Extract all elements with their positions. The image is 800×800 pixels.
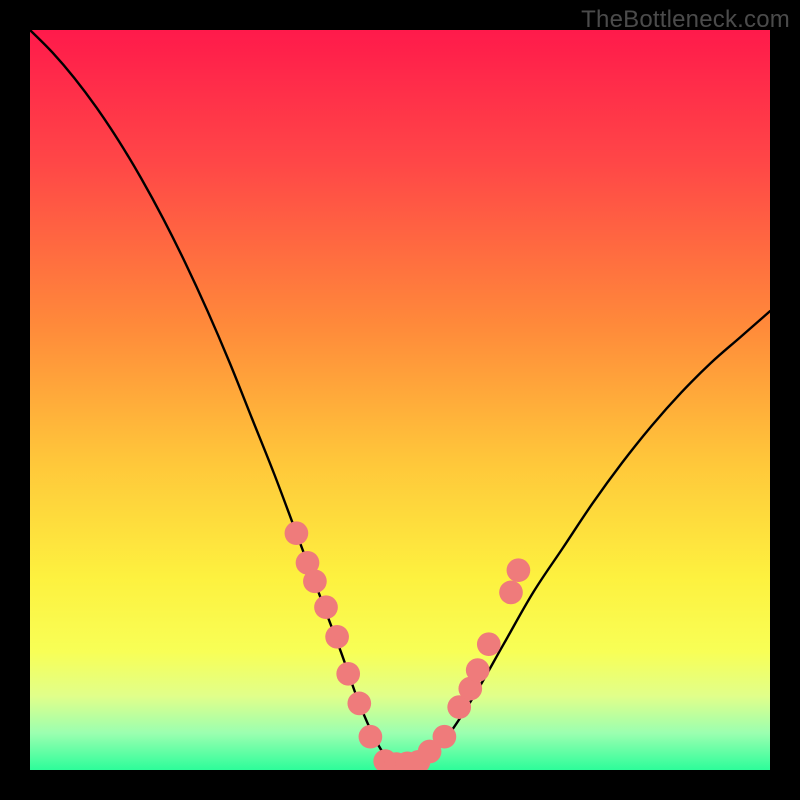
marker-dot	[466, 658, 490, 682]
chart-frame	[30, 30, 770, 770]
marker-dot	[314, 595, 338, 619]
marker-dot	[285, 521, 309, 545]
marker-dot	[336, 662, 360, 686]
marker-dot	[507, 558, 531, 582]
marker-dot	[347, 692, 371, 716]
marker-dot	[303, 569, 327, 593]
watermark-text: TheBottleneck.com	[581, 6, 790, 34]
marker-dot	[359, 725, 383, 749]
marker-dot	[433, 725, 457, 749]
bottleneck-chart	[30, 30, 770, 770]
gradient-background	[30, 30, 770, 770]
marker-dot	[325, 625, 349, 649]
marker-dot	[477, 632, 501, 656]
marker-dot	[499, 581, 523, 605]
